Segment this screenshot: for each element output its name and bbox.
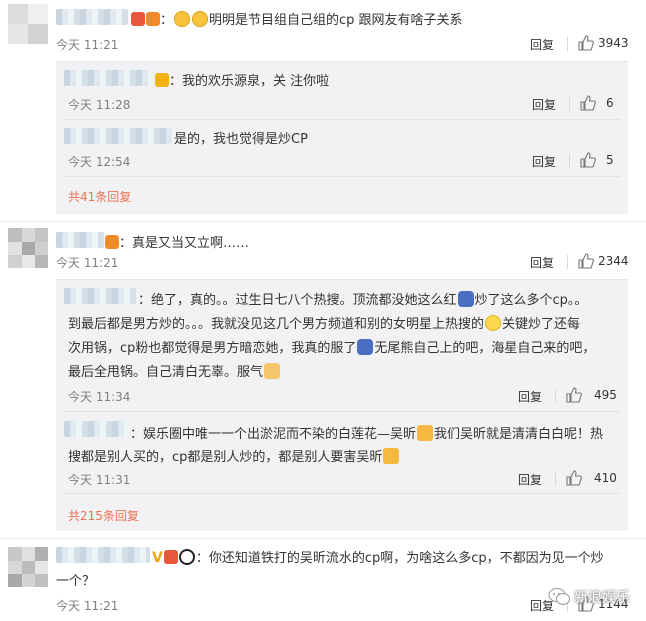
emoji-icon (383, 448, 400, 464)
panda-icon (178, 549, 195, 565)
emoji-icon (417, 425, 434, 441)
badge-icon (105, 235, 119, 249)
divider (64, 411, 620, 412)
reply-text: ：我的欢乐源泉，关 注你啦 (154, 70, 329, 89)
divider (0, 538, 646, 539)
watermark: 新浪娱乐 (548, 587, 630, 607)
like-icon[interactable] (580, 152, 596, 168)
more-replies-link[interactable]: 共41条回复 (68, 188, 131, 205)
timestamp: 今天 12:54 (68, 155, 131, 169)
reply-line: ：娱乐圈中唯一一个出淤泥而不染的白莲花—吴昕 我们吴昕就是清清白白呢！热 (130, 425, 604, 442)
reply-button[interactable]: 回复 (532, 96, 556, 113)
reply-button[interactable]: 回复 (530, 36, 554, 53)
more-replies-link[interactable]: 共215条回复 (68, 507, 139, 524)
like-icon[interactable] (566, 387, 582, 403)
reply-thread: ：我的欢乐源泉，关 注你啦 今天 11:28 回复 6 是的，我也觉得是炒CP … (56, 61, 628, 214)
reply-button[interactable]: 回复 (530, 254, 554, 271)
like-icon[interactable] (578, 35, 594, 51)
badge-icon (155, 73, 169, 87)
emoji-icon (485, 315, 502, 331)
reply-line: ：绝了，真的。。过生日七八个热搜。顶流都没她这么红 炒了这么多个cp。。 (138, 291, 588, 308)
timestamp: 今天 11:28 (68, 98, 131, 112)
wechat-icon (548, 588, 570, 605)
like-count: 5 (606, 153, 614, 167)
reply-button[interactable]: 回复 (518, 388, 542, 405)
reply-line: 最后全甩锅。自己清白无辜。服气 (68, 361, 281, 380)
divider (569, 154, 570, 168)
like-icon[interactable] (578, 253, 594, 269)
divider (555, 472, 556, 486)
timestamp: 今天 11:21 (56, 38, 119, 52)
like-count: 2344 (598, 254, 629, 268)
divider (64, 493, 620, 494)
timestamp: 今天 11:21 (56, 599, 119, 613)
emoji-icon (192, 11, 209, 27)
divider (569, 97, 570, 111)
username[interactable] (64, 421, 128, 437)
reply-text: 是的，我也觉得是炒CP (174, 132, 308, 147)
like-count: 495 (594, 388, 617, 402)
vip-icon: V (152, 550, 163, 566)
like-count: 3943 (598, 36, 629, 50)
username[interactable] (64, 70, 152, 86)
timestamp: 今天 11:34 (68, 390, 131, 404)
reply-line: 到最后都是男方炒的。。。我就没见这几个男方频道和别的女明星上热搜的 关键炒了还每 (68, 315, 581, 332)
username[interactable] (64, 128, 172, 144)
reply-line: 次用锅，cp粉也都觉得是男方暗恋她，我真的服了 无尾熊自己上的吧，海星自己来的吧， (68, 339, 596, 356)
like-icon[interactable] (580, 95, 596, 111)
emoji-icon (457, 291, 474, 307)
badge-icon (163, 550, 178, 564)
badge-icon (146, 12, 160, 26)
divider (567, 37, 568, 51)
divider (64, 119, 620, 120)
emoji-icon (174, 11, 191, 27)
like-count: 410 (594, 471, 617, 485)
comment-text: 一个？ (56, 574, 96, 589)
divider (567, 255, 568, 269)
comment-text: V ：你还知道铁打的吴昕流水的cp啊，为啥这么多cp，不都因为见一个炒 (152, 549, 604, 566)
username[interactable] (64, 288, 136, 304)
reply-thread: ：绝了，真的。。过生日七八个热搜。顶流都没她这么红 炒了这么多个cp。。 到最后都… (56, 279, 628, 531)
comment-text: ：真是又当又立啊…… (104, 232, 249, 251)
username[interactable] (56, 9, 128, 25)
emoji-icon (264, 363, 281, 379)
timestamp: 今天 11:21 (56, 256, 119, 270)
reply-button[interactable]: 回复 (518, 471, 542, 488)
username[interactable] (56, 547, 150, 563)
comment-text: ：明明是节目组自己组的cp 跟网友有啥子关系 (130, 9, 463, 28)
divider (555, 389, 556, 403)
avatar[interactable] (8, 4, 48, 44)
username[interactable] (56, 232, 104, 248)
divider (64, 176, 620, 177)
like-icon[interactable] (566, 470, 582, 486)
avatar[interactable] (8, 547, 48, 587)
divider (0, 221, 646, 222)
emoji-icon (357, 339, 374, 355)
reply-button[interactable]: 回复 (532, 153, 556, 170)
avatar[interactable] (8, 228, 48, 268)
reply-line: 搜都是别人买的，cp都是别人炒的，都是别人要害吴昕 (68, 446, 400, 465)
badge-icon (131, 12, 145, 26)
watermark-text: 新浪娱乐 (574, 590, 630, 606)
timestamp: 今天 11:31 (68, 473, 131, 487)
like-count: 6 (606, 96, 614, 110)
